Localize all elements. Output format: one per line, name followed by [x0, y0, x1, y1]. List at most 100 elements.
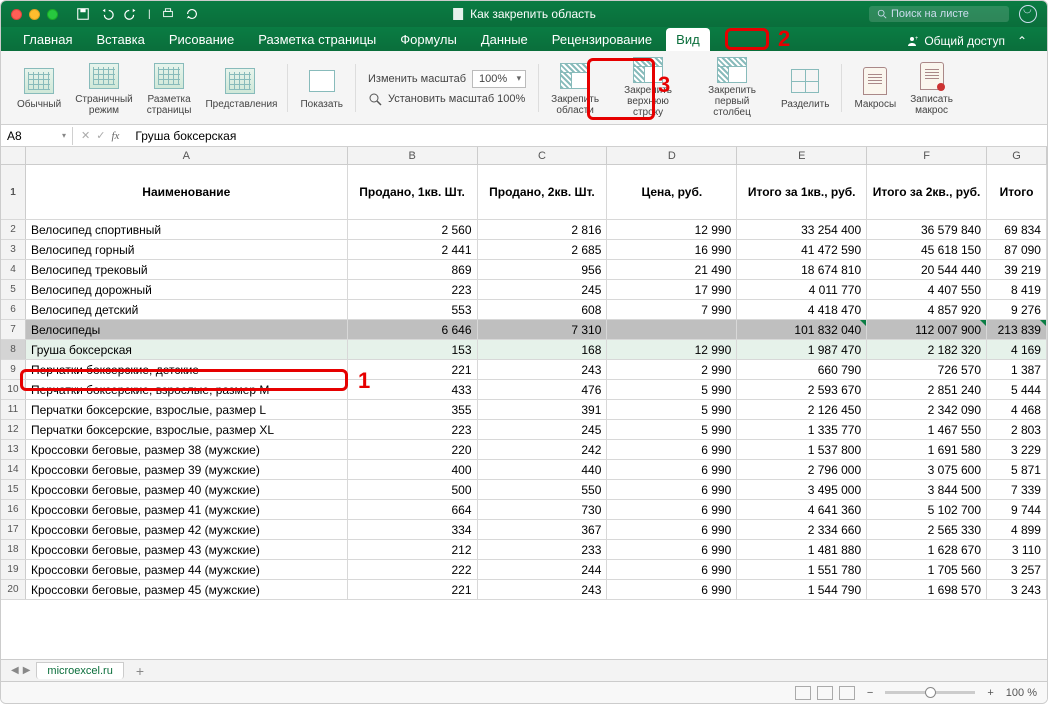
sheet-nav[interactable]: ◀▶ [11, 665, 30, 676]
cell[interactable]: 6 990 [607, 540, 737, 559]
cell[interactable]: 3 075 600 [867, 460, 987, 479]
row-header[interactable]: 3 [1, 240, 26, 259]
fx-icon[interactable]: fx [111, 130, 119, 142]
window-controls[interactable] [11, 9, 58, 20]
cell[interactable]: 869 [348, 260, 478, 279]
col-header-e[interactable]: E [737, 147, 867, 164]
table-row[interactable]: 3Велосипед горный2 4412 68516 99041 472 … [1, 240, 1047, 260]
tab-insert[interactable]: Вставка [86, 28, 154, 51]
cell[interactable]: 1 481 880 [737, 540, 867, 559]
save-icon[interactable] [76, 7, 90, 21]
cell[interactable]: 2 342 090 [867, 400, 987, 419]
redo-icon[interactable] [124, 7, 138, 21]
cell[interactable]: 2 565 330 [867, 520, 987, 539]
cell[interactable]: 2 803 [987, 420, 1047, 439]
cell[interactable]: Велосипед спортивный [26, 220, 348, 239]
table-row[interactable]: 15Кроссовки беговые, размер 40 (мужские)… [1, 480, 1047, 500]
cell[interactable]: Велосипед детский [26, 300, 348, 319]
cell[interactable]: 3 257 [987, 560, 1047, 579]
freeze-panes-button[interactable]: Закрепить области [545, 56, 605, 120]
cell[interactable]: Кроссовки беговые, размер 39 (мужские) [26, 460, 348, 479]
row-header[interactable]: 20 [1, 580, 26, 599]
cell[interactable]: 2 441 [348, 240, 478, 259]
header-cell[interactable]: Продано, 1кв. Шт. [348, 165, 478, 219]
cell[interactable]: 222 [348, 560, 478, 579]
cell[interactable]: Перчатки боксерские, взрослые, размер L [26, 400, 348, 419]
cell[interactable]: 112 007 900 [867, 320, 987, 339]
cell[interactable]: 212 [348, 540, 478, 559]
minimize-icon[interactable] [29, 9, 40, 20]
cell[interactable]: 69 834 [987, 220, 1047, 239]
cell[interactable]: 5 102 700 [867, 500, 987, 519]
undo-icon[interactable] [100, 7, 114, 21]
table-row[interactable]: 8Груша боксерская15316812 9901 987 4702 … [1, 340, 1047, 360]
row-header[interactable]: 4 [1, 260, 26, 279]
cell[interactable]: Велосипед горный [26, 240, 348, 259]
tab-page-layout[interactable]: Разметка страницы [248, 28, 386, 51]
cell[interactable]: 243 [478, 580, 608, 599]
grid[interactable]: A B C D E F G 1 Наименование Продано, 1к… [1, 147, 1047, 659]
cell[interactable]: 168 [478, 340, 608, 359]
header-cell[interactable]: Продано, 2кв. Шт. [478, 165, 608, 219]
cell[interactable]: 2 560 [348, 220, 478, 239]
cell[interactable]: 2 796 000 [737, 460, 867, 479]
cell[interactable]: 553 [348, 300, 478, 319]
cell[interactable]: 6 990 [607, 500, 737, 519]
maximize-icon[interactable] [47, 9, 58, 20]
view-custom-views-button[interactable]: Представления [199, 56, 281, 120]
cell[interactable]: 221 [348, 580, 478, 599]
cell[interactable]: 7 339 [987, 480, 1047, 499]
cell[interactable]: 1 987 470 [737, 340, 867, 359]
table-row[interactable]: 4Велосипед трековый86995621 49018 674 81… [1, 260, 1047, 280]
cell[interactable]: 33 254 400 [737, 220, 867, 239]
cell[interactable]: 400 [348, 460, 478, 479]
name-box[interactable]: A8 [1, 127, 73, 145]
cell[interactable]: 726 570 [867, 360, 987, 379]
cell[interactable]: Груша боксерская [26, 340, 348, 359]
collapse-ribbon-icon[interactable]: ⌃ [1017, 34, 1027, 48]
cell[interactable]: 242 [478, 440, 608, 459]
table-row[interactable]: 7Велосипеды6 6467 310101 832 040112 007 … [1, 320, 1047, 340]
cell[interactable]: 2 593 670 [737, 380, 867, 399]
cell[interactable]: 8 419 [987, 280, 1047, 299]
cell[interactable]: 4 899 [987, 520, 1047, 539]
header-cell[interactable]: Наименование [26, 165, 348, 219]
cell[interactable]: Велосипеды [26, 320, 348, 339]
row-header[interactable]: 13 [1, 440, 26, 459]
row-header[interactable]: 17 [1, 520, 26, 539]
cell[interactable]: Кроссовки беговые, размер 40 (мужские) [26, 480, 348, 499]
formula-input[interactable]: Груша боксерская [127, 127, 1047, 145]
row-header[interactable]: 12 [1, 420, 26, 439]
feedback-icon[interactable] [1019, 5, 1037, 23]
select-all-corner[interactable] [1, 147, 26, 164]
tab-home[interactable]: Главная [13, 28, 82, 51]
cell[interactable]: 391 [478, 400, 608, 419]
cell[interactable]: 2 685 [478, 240, 608, 259]
cell[interactable]: 5 990 [607, 380, 737, 399]
cell[interactable]: 245 [478, 280, 608, 299]
cell[interactable]: 1 551 780 [737, 560, 867, 579]
cell[interactable]: 36 579 840 [867, 220, 987, 239]
cell[interactable]: Кроссовки беговые, размер 38 (мужские) [26, 440, 348, 459]
cell[interactable]: 17 990 [607, 280, 737, 299]
confirm-icon[interactable]: ✓ [96, 129, 105, 142]
cell[interactable]: 1 628 670 [867, 540, 987, 559]
macros-button[interactable]: Макросы [848, 56, 902, 120]
table-row[interactable]: 11Перчатки боксерские, взрослые, размер … [1, 400, 1047, 420]
cell[interactable]: 367 [478, 520, 608, 539]
zoom-dropdown[interactable]: 100% [472, 70, 526, 88]
row-header[interactable]: 1 [1, 165, 26, 219]
table-row[interactable]: 14Кроссовки беговые, размер 39 (мужские)… [1, 460, 1047, 480]
header-cell[interactable]: Итого за 2кв., руб. [867, 165, 987, 219]
cell[interactable]: 223 [348, 420, 478, 439]
header-cell[interactable]: Цена, руб. [607, 165, 737, 219]
close-icon[interactable] [11, 9, 22, 20]
freeze-first-col-button[interactable]: Закрепить первый столбец [691, 56, 773, 120]
col-header-b[interactable]: B [348, 147, 478, 164]
row-header[interactable]: 10 [1, 380, 26, 399]
header-cell[interactable]: Итого [987, 165, 1047, 219]
cell[interactable]: 730 [478, 500, 608, 519]
cancel-icon[interactable]: ✕ [81, 129, 90, 142]
show-button[interactable]: Показать [294, 56, 349, 120]
zoom-slider[interactable] [885, 691, 975, 694]
